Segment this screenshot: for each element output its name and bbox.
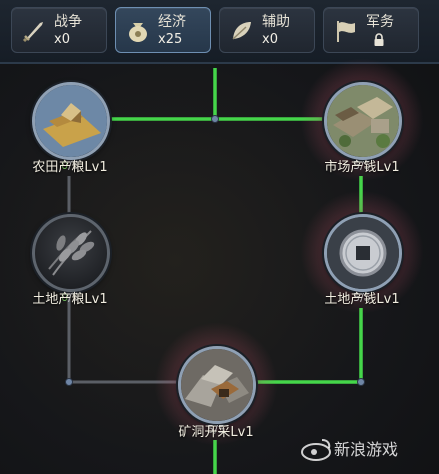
coin-icon bbox=[327, 217, 399, 289]
wheat-icon bbox=[48, 230, 95, 276]
skill-label-market: 市场产钱Lv1 bbox=[324, 160, 400, 175]
junction-dot bbox=[65, 378, 73, 386]
skill-label-land-grain: 土地产粮Lv1 bbox=[32, 292, 108, 307]
skill-node-land-money[interactable]: 5/5 bbox=[300, 190, 424, 314]
tech-tree-screen: 战争 x0 经济 x25 辅助 x0 军务 0/5 农田产粮Lv1 5/5 市场… bbox=[0, 0, 439, 474]
skill-node-farm[interactable]: 0/5 bbox=[30, 80, 110, 172]
skill-label-mine: 矿洞开采Lv1 bbox=[178, 425, 254, 440]
skill-node-mine[interactable]: 5/5 bbox=[154, 322, 278, 446]
market-icon bbox=[327, 85, 399, 157]
skill-label-land-money: 土地产钱Lv1 bbox=[324, 292, 400, 307]
skill-node-market[interactable]: 5/5 bbox=[300, 58, 424, 182]
junction-dot bbox=[357, 378, 365, 386]
farmland-icon bbox=[35, 85, 107, 157]
sina-logo-watermark bbox=[301, 439, 331, 461]
mine-icon bbox=[181, 349, 253, 421]
junction-dot bbox=[211, 115, 219, 123]
watermark-text: 新浪游戏 bbox=[334, 440, 399, 459]
skill-label-farm: 农田产粮Lv1 bbox=[32, 160, 108, 175]
skill-node-land-grain[interactable]: 0/5 bbox=[30, 212, 110, 304]
